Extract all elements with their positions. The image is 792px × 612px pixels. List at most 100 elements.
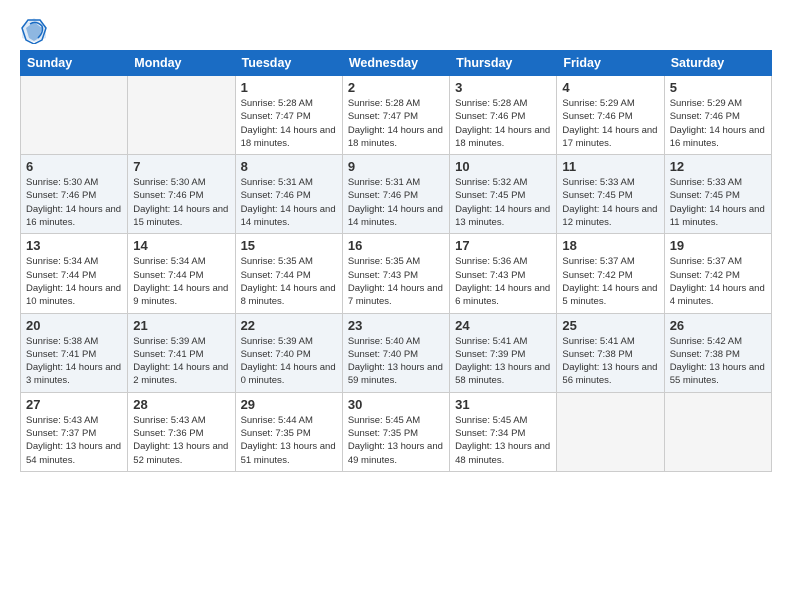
day-number: 18 — [562, 238, 658, 253]
day-info: Sunrise: 5:28 AM Sunset: 7:47 PM Dayligh… — [241, 97, 337, 150]
day-info: Sunrise: 5:31 AM Sunset: 7:46 PM Dayligh… — [241, 176, 337, 229]
logo — [20, 16, 52, 44]
day-info: Sunrise: 5:36 AM Sunset: 7:43 PM Dayligh… — [455, 255, 551, 308]
day-number: 3 — [455, 80, 551, 95]
day-number: 31 — [455, 397, 551, 412]
calendar-cell: 6 Sunrise: 5:30 AM Sunset: 7:46 PM Daylig… — [21, 155, 128, 234]
calendar-cell: 24Sunrise: 5:41 AM Sunset: 7:39 PM Dayli… — [450, 313, 557, 392]
calendar-header-saturday: Saturday — [664, 51, 771, 76]
day-info: Sunrise: 5:37 AM Sunset: 7:42 PM Dayligh… — [562, 255, 658, 308]
calendar-cell: 22 Sunrise: 5:39 AM Sunset: 7:40 PM Dayli… — [235, 313, 342, 392]
calendar-cell: 2Sunrise: 5:28 AM Sunset: 7:47 PM Daylig… — [342, 76, 449, 155]
calendar-cell: 18 Sunrise: 5:37 AM Sunset: 7:42 PM Dayli… — [557, 234, 664, 313]
calendar-header-tuesday: Tuesday — [235, 51, 342, 76]
calendar-week-row: 13Sunrise: 5:34 AM Sunset: 7:44 PM Dayli… — [21, 234, 772, 313]
calendar-week-row: 27Sunrise: 5:43 AM Sunset: 7:37 PM Dayli… — [21, 392, 772, 471]
calendar-body: 1Sunrise: 5:28 AM Sunset: 7:47 PM Daylig… — [21, 76, 772, 472]
day-number: 8 — [241, 159, 337, 174]
logo-icon — [20, 16, 48, 44]
day-number: 25 — [562, 318, 658, 333]
day-info: Sunrise: 5:44 AM Sunset: 7:35 PM Dayligh… — [241, 414, 337, 467]
day-number: 10 — [455, 159, 551, 174]
calendar-cell: 25 Sunrise: 5:41 AM Sunset: 7:38 PM Dayli… — [557, 313, 664, 392]
day-info: Sunrise: 5:41 AM Sunset: 7:39 PM Dayligh… — [455, 335, 551, 388]
calendar-header-monday: Monday — [128, 51, 235, 76]
calendar-cell: 27Sunrise: 5:43 AM Sunset: 7:37 PM Dayli… — [21, 392, 128, 471]
day-info: Sunrise: 5:34 AM Sunset: 7:44 PM Dayligh… — [26, 255, 122, 308]
calendar-table: SundayMondayTuesdayWednesdayThursdayFrid… — [20, 50, 772, 472]
calendar-cell — [21, 76, 128, 155]
day-number: 11 — [562, 159, 658, 174]
calendar-week-row: 6 Sunrise: 5:30 AM Sunset: 7:46 PM Daylig… — [21, 155, 772, 234]
calendar-cell: 13Sunrise: 5:34 AM Sunset: 7:44 PM Dayli… — [21, 234, 128, 313]
day-number: 12 — [670, 159, 766, 174]
calendar-week-row: 20 Sunrise: 5:38 AM Sunset: 7:41 PM Dayli… — [21, 313, 772, 392]
day-number: 30 — [348, 397, 444, 412]
day-info: Sunrise: 5:39 AM Sunset: 7:40 PM Dayligh… — [241, 335, 337, 388]
day-number: 15 — [241, 238, 337, 253]
day-info: Sunrise: 5:28 AM Sunset: 7:46 PM Dayligh… — [455, 97, 551, 150]
calendar-cell — [128, 76, 235, 155]
calendar-cell: 21 Sunrise: 5:39 AM Sunset: 7:41 PM Dayli… — [128, 313, 235, 392]
calendar-cell: 30Sunrise: 5:45 AM Sunset: 7:35 PM Dayli… — [342, 392, 449, 471]
calendar-cell: 9 Sunrise: 5:31 AM Sunset: 7:46 PM Daylig… — [342, 155, 449, 234]
day-number: 7 — [133, 159, 229, 174]
day-info: Sunrise: 5:35 AM Sunset: 7:44 PM Dayligh… — [241, 255, 337, 308]
day-number: 19 — [670, 238, 766, 253]
day-number: 5 — [670, 80, 766, 95]
day-info: Sunrise: 5:31 AM Sunset: 7:46 PM Dayligh… — [348, 176, 444, 229]
day-number: 14 — [133, 238, 229, 253]
day-number: 26 — [670, 318, 766, 333]
calendar-cell: 29 Sunrise: 5:44 AM Sunset: 7:35 PM Dayli… — [235, 392, 342, 471]
day-number: 6 — [26, 159, 122, 174]
calendar-cell: 20 Sunrise: 5:38 AM Sunset: 7:41 PM Dayli… — [21, 313, 128, 392]
calendar-cell: 1Sunrise: 5:28 AM Sunset: 7:47 PM Daylig… — [235, 76, 342, 155]
calendar-cell: 8 Sunrise: 5:31 AM Sunset: 7:46 PM Daylig… — [235, 155, 342, 234]
day-info: Sunrise: 5:38 AM Sunset: 7:41 PM Dayligh… — [26, 335, 122, 388]
calendar-cell: 16 Sunrise: 5:35 AM Sunset: 7:43 PM Dayli… — [342, 234, 449, 313]
day-number: 28 — [133, 397, 229, 412]
day-number: 22 — [241, 318, 337, 333]
calendar-cell — [664, 392, 771, 471]
day-info: Sunrise: 5:43 AM Sunset: 7:36 PM Dayligh… — [133, 414, 229, 467]
day-info: Sunrise: 5:30 AM Sunset: 7:46 PM Dayligh… — [26, 176, 122, 229]
day-info: Sunrise: 5:34 AM Sunset: 7:44 PM Dayligh… — [133, 255, 229, 308]
calendar-cell: 19Sunrise: 5:37 AM Sunset: 7:42 PM Dayli… — [664, 234, 771, 313]
day-info: Sunrise: 5:32 AM Sunset: 7:45 PM Dayligh… — [455, 176, 551, 229]
day-number: 4 — [562, 80, 658, 95]
calendar-header-wednesday: Wednesday — [342, 51, 449, 76]
calendar-header-sunday: Sunday — [21, 51, 128, 76]
calendar-cell — [557, 392, 664, 471]
day-info: Sunrise: 5:40 AM Sunset: 7:40 PM Dayligh… — [348, 335, 444, 388]
day-number: 27 — [26, 397, 122, 412]
day-number: 21 — [133, 318, 229, 333]
calendar-cell: 10 Sunrise: 5:32 AM Sunset: 7:45 PM Dayli… — [450, 155, 557, 234]
day-info: Sunrise: 5:29 AM Sunset: 7:46 PM Dayligh… — [670, 97, 766, 150]
calendar-cell: 26Sunrise: 5:42 AM Sunset: 7:38 PM Dayli… — [664, 313, 771, 392]
day-number: 23 — [348, 318, 444, 333]
day-info: Sunrise: 5:28 AM Sunset: 7:47 PM Dayligh… — [348, 97, 444, 150]
calendar-cell: 4 Sunrise: 5:29 AM Sunset: 7:46 PM Daylig… — [557, 76, 664, 155]
calendar-cell: 31Sunrise: 5:45 AM Sunset: 7:34 PM Dayli… — [450, 392, 557, 471]
day-number: 9 — [348, 159, 444, 174]
day-info: Sunrise: 5:35 AM Sunset: 7:43 PM Dayligh… — [348, 255, 444, 308]
calendar-cell: 3 Sunrise: 5:28 AM Sunset: 7:46 PM Daylig… — [450, 76, 557, 155]
day-info: Sunrise: 5:41 AM Sunset: 7:38 PM Dayligh… — [562, 335, 658, 388]
day-number: 20 — [26, 318, 122, 333]
calendar-header-friday: Friday — [557, 51, 664, 76]
calendar-header-thursday: Thursday — [450, 51, 557, 76]
day-info: Sunrise: 5:33 AM Sunset: 7:45 PM Dayligh… — [562, 176, 658, 229]
calendar-week-row: 1Sunrise: 5:28 AM Sunset: 7:47 PM Daylig… — [21, 76, 772, 155]
day-number: 29 — [241, 397, 337, 412]
day-number: 16 — [348, 238, 444, 253]
calendar-cell: 23 Sunrise: 5:40 AM Sunset: 7:40 PM Dayli… — [342, 313, 449, 392]
calendar-cell: 15 Sunrise: 5:35 AM Sunset: 7:44 PM Dayli… — [235, 234, 342, 313]
day-info: Sunrise: 5:29 AM Sunset: 7:46 PM Dayligh… — [562, 97, 658, 150]
day-info: Sunrise: 5:33 AM Sunset: 7:45 PM Dayligh… — [670, 176, 766, 229]
calendar-cell: 14 Sunrise: 5:34 AM Sunset: 7:44 PM Dayli… — [128, 234, 235, 313]
calendar-cell: 17Sunrise: 5:36 AM Sunset: 7:43 PM Dayli… — [450, 234, 557, 313]
day-info: Sunrise: 5:30 AM Sunset: 7:46 PM Dayligh… — [133, 176, 229, 229]
day-info: Sunrise: 5:39 AM Sunset: 7:41 PM Dayligh… — [133, 335, 229, 388]
calendar-cell: 28 Sunrise: 5:43 AM Sunset: 7:36 PM Dayli… — [128, 392, 235, 471]
calendar-header-row: SundayMondayTuesdayWednesdayThursdayFrid… — [21, 51, 772, 76]
